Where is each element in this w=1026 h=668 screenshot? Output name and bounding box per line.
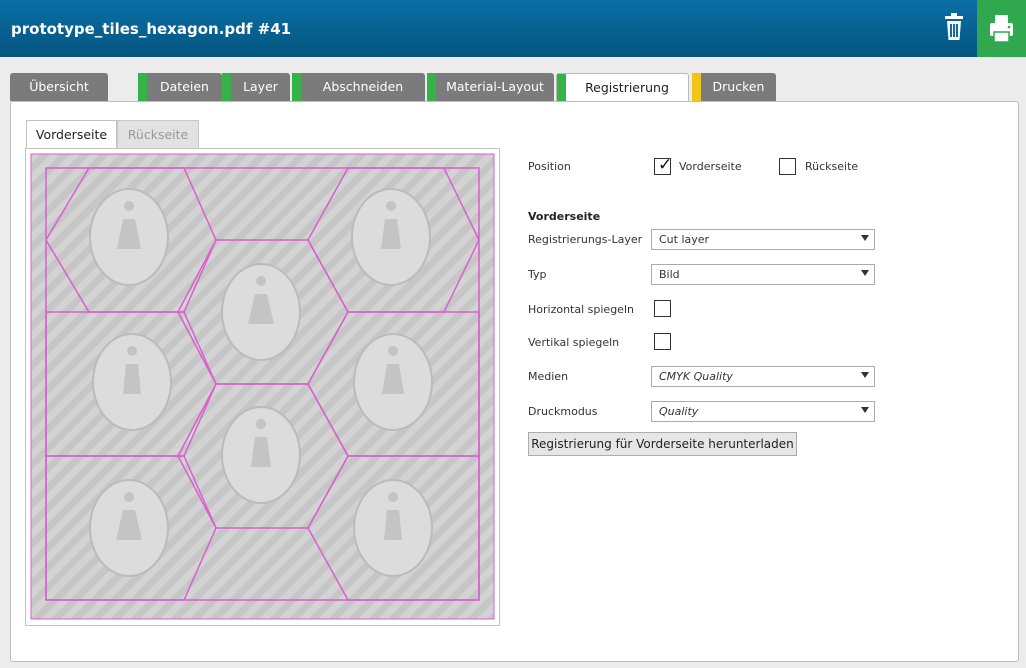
print-mode-select[interactable]: Quality <box>651 401 875 422</box>
media-label: Medien <box>528 370 569 383</box>
reg-layer-select[interactable]: Cut layer <box>651 229 875 250</box>
status-bar <box>138 73 147 101</box>
back-checkbox[interactable] <box>779 158 796 175</box>
workflow-tabs: Übersicht Dateien Layer Abschneiden Mate… <box>10 73 1018 103</box>
status-bar <box>427 73 436 101</box>
preview-frame <box>25 148 500 626</box>
type-select[interactable]: Bild <box>651 264 875 285</box>
app-header: prototype_tiles_hexagon.pdf #41 <box>0 0 1026 57</box>
flip-v-checkbox[interactable] <box>654 333 671 350</box>
section-title: Vorderseite <box>528 210 601 223</box>
checkmark-icon: ✓ <box>658 155 673 175</box>
print-button[interactable] <box>977 0 1026 57</box>
status-bar <box>692 73 701 101</box>
tab-print[interactable]: Drucken <box>692 73 776 101</box>
registration-preview <box>30 153 495 620</box>
flip-h-checkbox[interactable] <box>654 300 671 317</box>
tab-material-layout[interactable]: Material-Layout <box>427 73 554 101</box>
chevron-down-icon <box>861 372 869 378</box>
printer-icon <box>990 15 1013 43</box>
chevron-down-icon <box>861 235 869 241</box>
tab-files[interactable]: Dateien <box>138 73 222 101</box>
status-bar <box>557 74 566 102</box>
position-label: Position <box>528 160 571 173</box>
tab-layer[interactable]: Layer <box>222 73 290 101</box>
tab-cut[interactable]: Abschneiden <box>292 73 425 101</box>
front-checkbox-label: Vorderseite <box>679 160 742 173</box>
type-label: Typ <box>528 268 547 281</box>
status-bar <box>292 73 301 101</box>
subtab-front[interactable]: Vorderseite <box>26 120 117 150</box>
flip-v-label: Vertikal spiegeln <box>528 336 620 349</box>
chevron-down-icon <box>861 407 869 413</box>
status-bar <box>222 73 231 101</box>
document-title: prototype_tiles_hexagon.pdf #41 <box>11 20 292 38</box>
chevron-down-icon <box>861 270 869 276</box>
reg-layer-label: Registrierungs-Layer <box>528 233 643 246</box>
tab-overview[interactable]: Übersicht <box>10 73 108 101</box>
flip-h-label: Horizontal spiegeln <box>528 303 634 316</box>
print-mode-label: Druckmodus <box>528 405 598 418</box>
tab-registration[interactable]: Registrierung <box>556 73 689 103</box>
trash-icon[interactable] <box>940 12 968 42</box>
media-select[interactable]: CMYK Quality <box>651 366 875 387</box>
download-registration-button[interactable]: Registrierung für Vorderseite herunterla… <box>528 432 797 456</box>
back-checkbox-label: Rückseite <box>805 160 859 173</box>
subtab-back[interactable]: Rückseite <box>117 120 199 150</box>
front-checkbox[interactable]: ✓ <box>654 155 673 175</box>
